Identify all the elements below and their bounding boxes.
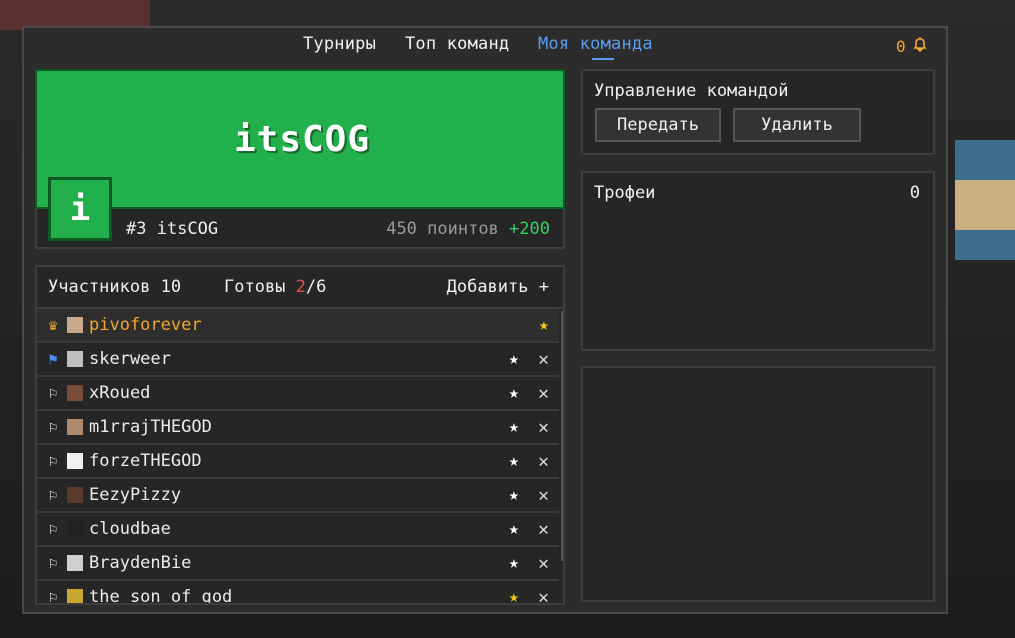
manage-panel: Управление командой Передать Удалить bbox=[581, 69, 935, 155]
members-count: Участников 10 bbox=[48, 277, 182, 297]
ready-total: /6 bbox=[305, 277, 327, 297]
member-name: EezyPizzy bbox=[89, 485, 182, 505]
flag-icon[interactable]: ⚐ bbox=[43, 418, 63, 436]
flag-icon[interactable]: ⚐ bbox=[43, 452, 63, 470]
blue-flag-icon[interactable]: ⚑ bbox=[43, 350, 63, 368]
info-panel bbox=[581, 366, 935, 602]
player-skin-icon bbox=[67, 385, 83, 401]
player-skin-icon bbox=[67, 317, 83, 333]
member-row[interactable]: ⚐ cloudbae ★ ✕ bbox=[37, 513, 559, 547]
trophies-count: 0 bbox=[909, 183, 920, 203]
members-header: Участников 10 Готовы 2/6 Добавить + bbox=[37, 267, 563, 309]
add-member-button[interactable]: Добавить + bbox=[447, 277, 549, 297]
points-total: 450 поинтов bbox=[386, 219, 499, 239]
member-name: forzeTHEGOD bbox=[89, 451, 202, 471]
member-name: pivoforever bbox=[89, 315, 202, 335]
member-name: BraydenBie bbox=[89, 553, 192, 573]
member-name: xRoued bbox=[89, 383, 151, 403]
kick-icon[interactable]: ✕ bbox=[538, 451, 549, 472]
star-icon[interactable]: ★ bbox=[509, 587, 519, 603]
tab-my-team[interactable]: Моя команда bbox=[538, 34, 653, 54]
background-block bbox=[955, 180, 1015, 230]
member-name: the son of god bbox=[89, 587, 233, 605]
star-icon[interactable]: ★ bbox=[509, 451, 519, 471]
star-icon[interactable]: ★ bbox=[509, 417, 519, 437]
team-name: itsCOG bbox=[233, 119, 371, 160]
team-banner: itsCOG bbox=[35, 69, 565, 209]
member-row[interactable]: ⚐ EezyPizzy ★ ✕ bbox=[37, 479, 559, 513]
star-icon[interactable]: ★ bbox=[509, 519, 519, 539]
trophies-panel: Трофеи 0 bbox=[581, 171, 935, 351]
ready-label: Готовы bbox=[224, 277, 296, 297]
member-name: cloudbae bbox=[89, 519, 171, 539]
player-skin-icon bbox=[67, 487, 83, 503]
kick-icon[interactable]: ✕ bbox=[538, 587, 549, 604]
tab-tournaments[interactable]: Турниры bbox=[303, 34, 376, 54]
team-avatar[interactable]: i bbox=[48, 177, 112, 241]
ready-value: 2 bbox=[295, 277, 306, 297]
flag-icon[interactable]: ⚐ bbox=[43, 554, 63, 572]
star-icon[interactable]: ★ bbox=[509, 383, 519, 403]
kick-icon[interactable]: ✕ bbox=[538, 349, 549, 370]
player-skin-icon bbox=[67, 351, 83, 367]
flag-icon[interactable]: ⚐ bbox=[43, 520, 63, 538]
member-row[interactable]: ⚐ xRoued ★ ✕ bbox=[37, 377, 559, 411]
player-skin-icon bbox=[67, 419, 83, 435]
team-rank: #3 itsCOG bbox=[126, 219, 219, 239]
kick-icon[interactable]: ✕ bbox=[538, 519, 549, 540]
members-scrollbar[interactable] bbox=[561, 311, 563, 561]
member-row[interactable]: ⚐ m1rrajTHEGOD ★ ✕ bbox=[37, 411, 559, 445]
flag-icon[interactable]: ⚐ bbox=[43, 486, 63, 504]
member-row[interactable]: ⚑ skerweer ★ ✕ bbox=[37, 343, 559, 377]
manage-title: Управление командой bbox=[594, 81, 789, 101]
add-member-label: Добавить bbox=[446, 277, 529, 297]
star-icon[interactable]: ★ bbox=[539, 315, 549, 335]
member-row[interactable]: ⚐ forzeTHEGOD ★ ✕ bbox=[37, 445, 559, 479]
player-skin-icon bbox=[67, 589, 83, 603]
plus-icon: + bbox=[538, 277, 549, 297]
member-row[interactable]: ♛ pivoforever ★ bbox=[37, 309, 559, 343]
member-list: ♛ pivoforever ★ ⚑ skerweer ★ ✕ ⚐ xRoued ★ ✕ ⚐ m1rraj… bbox=[37, 309, 559, 605]
bell-icon bbox=[912, 36, 928, 56]
ready-count: Готовы 2/6 bbox=[224, 277, 326, 297]
active-tab-indicator bbox=[592, 58, 614, 60]
member-row[interactable]: ⚐ the son of god ★ ✕ bbox=[37, 581, 559, 605]
notifications-count: 0 bbox=[896, 36, 906, 56]
flag-icon[interactable]: ⚐ bbox=[43, 384, 63, 402]
top-nav: Турниры Топ команд Моя команда bbox=[0, 34, 1015, 58]
trophies-title: Трофеи bbox=[594, 183, 656, 203]
star-icon[interactable]: ★ bbox=[509, 349, 519, 369]
member-name: skerweer bbox=[89, 349, 171, 369]
crown-icon[interactable]: ♛ bbox=[43, 316, 63, 334]
kick-icon[interactable]: ✕ bbox=[538, 383, 549, 404]
kick-icon[interactable]: ✕ bbox=[538, 553, 549, 574]
transfer-button[interactable]: Передать bbox=[595, 108, 721, 142]
player-skin-icon bbox=[67, 521, 83, 537]
kick-icon[interactable]: ✕ bbox=[538, 485, 549, 506]
star-icon[interactable]: ★ bbox=[509, 485, 519, 505]
points-delta: +200 bbox=[509, 219, 550, 239]
members-panel: Участников 10 Готовы 2/6 Добавить + ♛ piv… bbox=[35, 265, 565, 605]
member-name: m1rrajTHEGOD bbox=[89, 417, 212, 437]
tab-top-teams[interactable]: Топ команд bbox=[405, 34, 509, 54]
flag-icon[interactable]: ⚐ bbox=[43, 588, 63, 603]
delete-button[interactable]: Удалить bbox=[733, 108, 861, 142]
team-points: 450 поинтов +200 bbox=[386, 219, 550, 239]
player-skin-icon bbox=[67, 555, 83, 571]
notifications-button[interactable]: 0 bbox=[896, 36, 928, 56]
member-row[interactable]: ⚐ BraydenBie ★ ✕ bbox=[37, 547, 559, 581]
player-skin-icon bbox=[67, 453, 83, 469]
star-icon[interactable]: ★ bbox=[509, 553, 519, 573]
kick-icon[interactable]: ✕ bbox=[538, 417, 549, 438]
